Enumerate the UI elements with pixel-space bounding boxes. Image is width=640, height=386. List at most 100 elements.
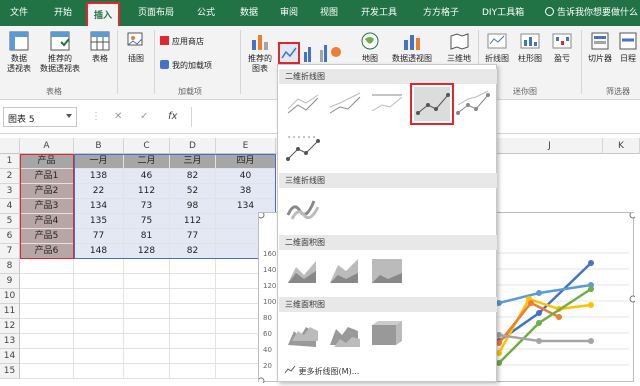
series-marker[interactable]	[588, 302, 594, 308]
column-header[interactable]: E	[216, 138, 276, 154]
empty-cell[interactable]	[20, 259, 74, 274]
tab-formulas[interactable]: 公式	[197, 5, 215, 18]
product-name-cell[interactable]: 产品6	[20, 244, 74, 259]
row-header[interactable]: 6	[0, 229, 20, 244]
product-name-cell[interactable]: 产品2	[20, 184, 74, 199]
table-cell[interactable]: 138	[74, 169, 124, 184]
empty-cell[interactable]	[124, 274, 170, 289]
stacked-area-option[interactable]	[326, 253, 364, 287]
series-marker[interactable]	[536, 338, 542, 344]
column-header[interactable]: K	[603, 138, 640, 154]
series-line[interactable]	[498, 283, 592, 305]
empty-cell[interactable]	[170, 289, 216, 304]
table-header-cell[interactable]: 一月	[74, 154, 124, 169]
empty-cell[interactable]	[124, 349, 170, 364]
stacked-line-markers-option[interactable]	[454, 87, 492, 121]
stacked-line-option[interactable]	[326, 87, 364, 121]
series-line[interactable]	[498, 333, 591, 343]
empty-cell[interactable]	[20, 349, 74, 364]
row-header[interactable]: 10	[0, 289, 20, 304]
empty-cell[interactable]	[74, 319, 124, 334]
table-cell[interactable]: 82	[170, 169, 216, 184]
table-cell[interactable]: 98	[170, 199, 216, 214]
empty-cell[interactable]	[170, 304, 216, 319]
column-header[interactable]: D	[170, 138, 216, 154]
my-addins-button[interactable]: 我的加载项	[160, 60, 250, 71]
table-cell[interactable]: 128	[124, 244, 170, 259]
series-marker[interactable]	[528, 300, 534, 306]
3d-stacked-area-option[interactable]	[326, 315, 364, 349]
table-header-cell[interactable]: 产品	[20, 154, 74, 169]
series-marker[interactable]	[536, 320, 542, 326]
recommended-pivot-button[interactable]: 推荐的 数据透视表	[34, 30, 86, 74]
table-cell[interactable]: 81	[124, 229, 170, 244]
row-header[interactable]: 7	[0, 244, 20, 259]
empty-cell[interactable]	[170, 259, 216, 274]
tab-diy-toolbox[interactable]: DIY工具箱	[482, 5, 524, 18]
resize-handle[interactable]	[257, 377, 265, 385]
empty-cell[interactable]	[124, 364, 170, 379]
tab-review[interactable]: 审阅	[280, 5, 298, 18]
empty-cell[interactable]	[170, 349, 216, 364]
resize-handle[interactable]	[257, 211, 265, 219]
row-header[interactable]: 9	[0, 274, 20, 289]
table-cell[interactable]: 112	[170, 214, 216, 229]
table-cell[interactable]: 82	[170, 244, 216, 259]
sparkline-winloss-button[interactable]: 盈亏	[548, 30, 576, 64]
empty-cell[interactable]	[74, 304, 124, 319]
insert-function-button[interactable]: fx	[168, 111, 177, 122]
tab-page-layout[interactable]: 页面布局	[138, 5, 174, 18]
series-marker[interactable]	[588, 338, 594, 344]
row-header[interactable]: 15	[0, 364, 20, 379]
tab-view[interactable]: 视图	[320, 5, 338, 18]
area-option[interactable]	[284, 253, 322, 287]
row-header[interactable]: 12	[0, 319, 20, 334]
line-chart-dropdown-button[interactable]	[278, 42, 300, 64]
pivot-table-button[interactable]: 数据 透视表	[2, 30, 36, 74]
slicer-button[interactable]: 切片器	[584, 30, 616, 64]
empty-cell[interactable]	[20, 319, 74, 334]
column-header[interactable]: J	[497, 138, 603, 154]
tab-home[interactable]: 开始	[54, 5, 72, 18]
tab-developer[interactable]: 开发工具	[361, 5, 397, 18]
sparkline-line-button[interactable]: 折线图	[481, 30, 513, 64]
line-with-markers-option[interactable]	[410, 83, 454, 125]
3d-area-option[interactable]	[284, 315, 322, 349]
chevron-down-icon[interactable]	[66, 114, 72, 118]
empty-cell[interactable]	[124, 304, 170, 319]
100-stacked-area-option[interactable]	[368, 253, 406, 287]
line-chart-option[interactable]	[284, 87, 322, 121]
3d-map-button[interactable]: 三维地	[440, 30, 478, 64]
empty-cell[interactable]	[170, 274, 216, 289]
tell-me-search[interactable]: 告诉我你想要做什么	[545, 5, 638, 18]
product-name-cell[interactable]: 产品5	[20, 229, 74, 244]
pivot-chart-button[interactable]: 数据透视图	[386, 30, 438, 64]
empty-cell[interactable]	[74, 334, 124, 349]
cancel-formula-button[interactable]: ✕	[114, 111, 122, 122]
row-header[interactable]: 14	[0, 349, 20, 364]
resize-handle[interactable]	[629, 211, 637, 219]
select-all-corner[interactable]	[0, 138, 20, 154]
100-stacked-line-option[interactable]	[368, 87, 406, 121]
more-line-charts-link[interactable]: 更多折线图(M)...	[284, 365, 359, 377]
empty-cell[interactable]	[74, 259, 124, 274]
maps-button[interactable]: 地图	[354, 30, 386, 64]
empty-cell[interactable]	[124, 334, 170, 349]
product-name-cell[interactable]: 产品3	[20, 199, 74, 214]
3d-100-stacked-area-option[interactable]	[368, 315, 406, 349]
empty-cell[interactable]	[74, 274, 124, 289]
100-stacked-line-markers-option[interactable]	[284, 131, 322, 165]
empty-cell[interactable]	[74, 364, 124, 379]
empty-cell[interactable]	[124, 319, 170, 334]
recommended-charts-button[interactable]: 推荐的 图表	[244, 30, 276, 74]
empty-cell[interactable]	[170, 319, 216, 334]
row-header[interactable]: 5	[0, 214, 20, 229]
app-store-button[interactable]: 应用商店	[160, 36, 240, 47]
tab-data[interactable]: 数据	[240, 5, 258, 18]
tab-fangfang[interactable]: 方方格子	[423, 5, 459, 18]
empty-cell[interactable]	[74, 349, 124, 364]
empty-cell[interactable]	[20, 289, 74, 304]
empty-cell[interactable]	[20, 334, 74, 349]
product-name-cell[interactable]: 产品4	[20, 214, 74, 229]
row-header[interactable]: 8	[0, 259, 20, 274]
